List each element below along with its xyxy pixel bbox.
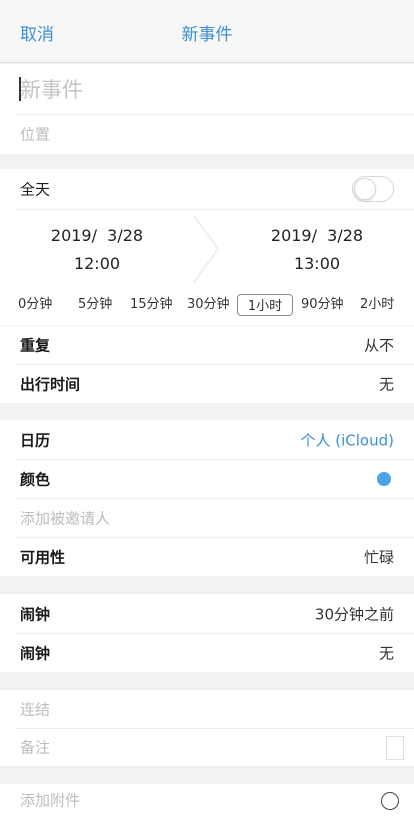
repeat-value: 从不: [363, 336, 394, 355]
notes-row[interactable]: 备注: [0, 728, 414, 766]
start-date: 2019/ 3/28: [50, 226, 144, 245]
start-time: 12:00: [73, 254, 121, 273]
end-time: 13:00: [293, 254, 341, 273]
repeat-row[interactable]: 重复 从不: [0, 326, 414, 364]
calendar-value: 个人 (iCloud): [300, 431, 395, 449]
duration-picker: 0分钟 5分钟 15分钟 30分钟 1小时 90分钟 2小时: [0, 290, 414, 320]
location-row[interactable]: 位置: [0, 114, 414, 154]
duration-option[interactable]: 15分钟: [130, 290, 173, 320]
duration-option[interactable]: 5分钟: [78, 290, 112, 320]
attachment-section: 添加附件: [0, 784, 414, 824]
availability-row[interactable]: 可用性 忙碌: [0, 537, 414, 576]
availability-value: 忙碌: [363, 548, 394, 566]
color-label: 颜色: [20, 470, 51, 488]
title-input[interactable]: 新事件: [20, 74, 83, 104]
color-dot-icon: [377, 471, 391, 486]
duration-option[interactable]: 2小时: [360, 290, 394, 320]
alarm-section: 闹钟 30分钟之前 闹钟 无: [0, 594, 414, 672]
notes-section: 连结 备注: [0, 690, 414, 766]
repeat-label: 重复: [20, 336, 51, 355]
alarm-value: 30分钟之前: [314, 605, 394, 623]
color-row[interactable]: 颜色: [0, 459, 414, 498]
duration-option[interactable]: 90分钟: [301, 290, 344, 320]
info-icon[interactable]: [381, 792, 399, 810]
end-datetime[interactable]: 2019/ 3/28 13:00: [232, 222, 402, 278]
allday-toggle[interactable]: [352, 176, 394, 202]
invitees-input[interactable]: 添加被邀请人: [20, 507, 110, 528]
duration-option[interactable]: 30分钟: [187, 290, 230, 320]
notes-resize-handle: [386, 736, 404, 760]
allday-row: 全天: [0, 169, 414, 209]
url-row[interactable]: 连结: [0, 690, 414, 728]
invitees-row[interactable]: 添加被邀请人: [0, 498, 414, 537]
alarm-label: 闹钟: [20, 644, 51, 662]
toggle-knob: [354, 178, 376, 200]
alarm-row-2[interactable]: 闹钟 无: [0, 633, 414, 672]
travel-time-row[interactable]: 出行时间 无: [0, 364, 414, 403]
title-row[interactable]: 新事件: [0, 64, 414, 114]
calendar-row[interactable]: 日历 个人 (iCloud): [0, 420, 414, 459]
duration-option[interactable]: 0分钟: [18, 290, 52, 320]
alarm-row-1[interactable]: 闹钟 30分钟之前: [0, 594, 414, 633]
attachment-input[interactable]: 添加附件: [20, 790, 80, 811]
url-input[interactable]: 连结: [20, 699, 50, 720]
allday-label: 全天: [20, 180, 51, 199]
attachment-row[interactable]: 添加附件: [0, 784, 414, 824]
start-datetime[interactable]: 2019/ 3/28 12:00: [12, 222, 182, 278]
notes-input[interactable]: 备注: [20, 737, 50, 758]
alarm-label: 闹钟: [20, 605, 51, 623]
availability-label: 可用性: [20, 548, 66, 566]
calendar-section: 日历 个人 (iCloud) 颜色 添加被邀请人 可用性 忙碌: [0, 420, 414, 576]
page-title: 新事件: [181, 25, 233, 45]
chevron-right-icon: [193, 215, 220, 283]
duration-option-selected[interactable]: 1小时: [237, 294, 293, 316]
travel-time-label: 出行时间: [20, 375, 81, 393]
travel-time-value: 无: [378, 375, 394, 393]
text-cursor: [19, 77, 21, 101]
location-input[interactable]: 位置: [20, 124, 50, 145]
alarm-value: 无: [378, 644, 394, 662]
calendar-label: 日历: [20, 431, 51, 449]
end-date: 2019/ 3/28: [270, 226, 364, 245]
navigation-bar: 取消 新事件: [0, 0, 414, 63]
repeat-section: 重复 从不 出行时间 无: [0, 326, 414, 403]
event-basic-section: 新事件 位置: [0, 64, 414, 154]
